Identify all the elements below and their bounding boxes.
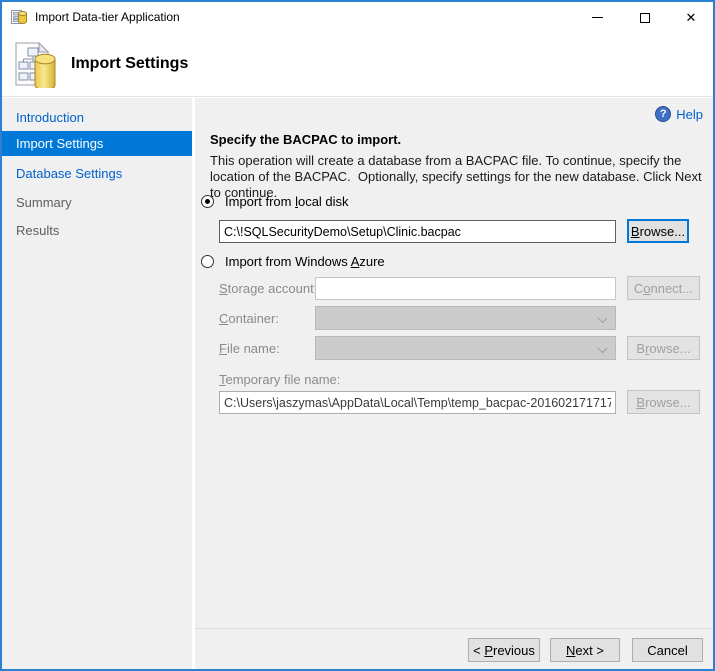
import-azure-label: Import from Windows Azure [225,254,385,269]
browse-local-button[interactable]: Browse... [627,219,689,243]
footer-divider [195,628,713,629]
file-name-label: File name: [219,341,280,356]
chevron-down-icon [598,344,606,352]
sidebar-divider [192,98,195,669]
file-name-select [315,336,616,360]
cancel-button[interactable]: Cancel [632,638,703,662]
window-title: Import Data-tier Application [35,2,180,33]
sidebar-item-database-settings[interactable]: Database Settings [2,161,192,186]
connect-button: Connect... [627,276,700,300]
minimize-button[interactable] [580,2,614,33]
wizard-body: Introduction Import Settings Database Se… [2,98,713,669]
sidebar-item-summary: Summary [2,190,192,215]
help-label: Help [676,107,703,122]
maximize-button[interactable] [628,2,662,33]
storage-account-input [315,277,616,300]
help-link[interactable]: ? Help [655,106,703,122]
bacpac-path-input[interactable] [219,220,616,243]
sidebar-item-import-settings[interactable]: Import Settings [2,131,192,156]
browse-file-name-button: Browse... [627,336,700,360]
wizard-header: Import Settings [2,33,713,97]
previous-button[interactable]: < Previous [468,638,540,662]
sidebar-item-introduction[interactable]: Introduction [2,105,192,130]
container-label: Container: [219,311,279,326]
temporary-file-name-input[interactable] [219,391,616,414]
minimize-icon [592,17,603,18]
import-local-disk-label: Import from local disk [225,194,349,209]
next-button[interactable]: Next > [550,638,620,662]
close-button[interactable]: ✕ [674,2,708,33]
import-data-tier-application-window: Import Data-tier Application ✕ [0,0,715,671]
page-title: Import Settings [71,33,188,95]
chevron-down-icon [598,314,606,322]
help-icon: ? [655,106,671,122]
sidebar-item-results: Results [2,218,192,243]
radio-checked-icon [201,195,214,208]
radio-unchecked-icon [201,255,214,268]
app-icon [11,9,28,26]
import-local-disk-radio[interactable]: Import from local disk [201,194,349,209]
temporary-file-name-label: Temporary file name: [219,372,340,387]
title-bar: Import Data-tier Application ✕ [2,2,713,33]
container-select [315,306,616,330]
browse-temp-file-button: Browse... [627,390,700,414]
section-heading: Specify the BACPAC to import. [210,132,401,147]
import-azure-radio[interactable]: Import from Windows Azure [201,254,385,269]
storage-account-label: Storage account: [219,281,317,296]
maximize-icon [640,13,650,23]
import-settings-icon [11,40,59,88]
